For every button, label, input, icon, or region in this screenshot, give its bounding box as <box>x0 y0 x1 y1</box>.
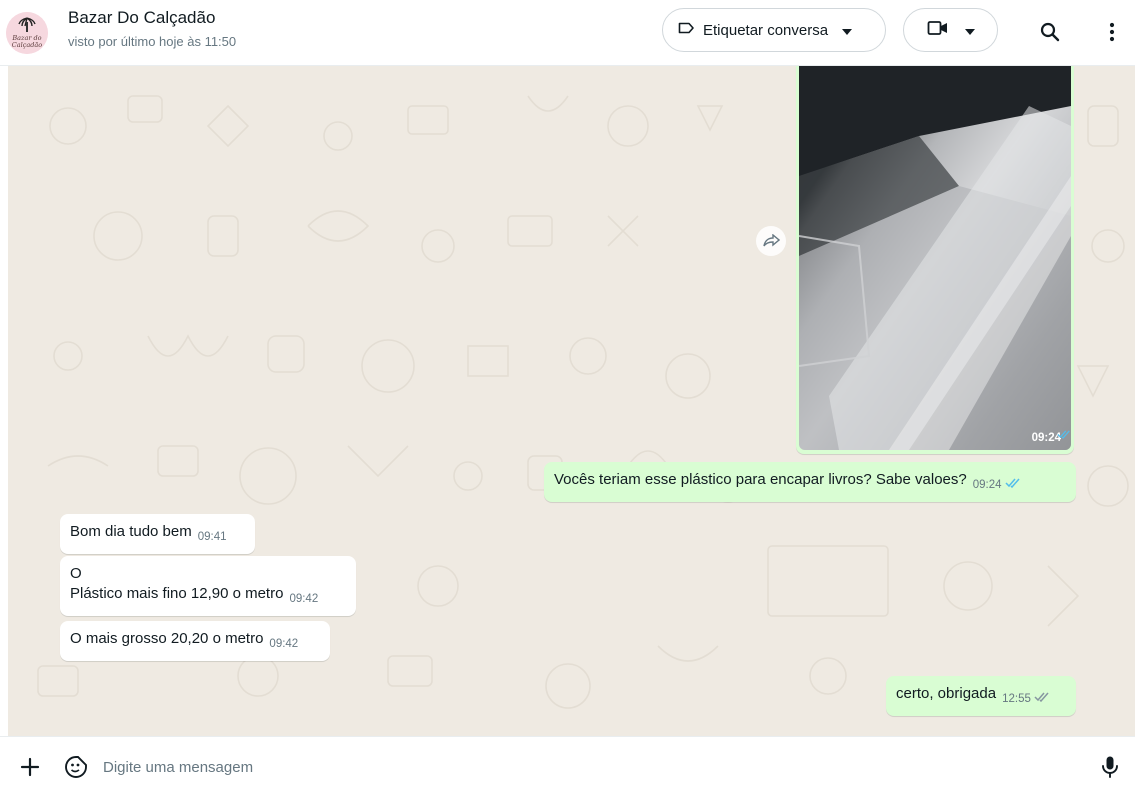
contact-last-seen: visto por último hoje às 11:50 <box>68 34 237 49</box>
chevron-down-icon <box>842 22 853 39</box>
label-chat-button[interactable]: Etiquetar conversa <box>662 8 886 52</box>
outgoing-message[interactable]: Vocês teriam esse plástico para encapar … <box>544 462 1076 502</box>
message-time: 12:55 <box>1002 693 1031 705</box>
read-receipt-icon <box>1034 688 1050 708</box>
more-options-icon[interactable] <box>1098 18 1126 46</box>
message-time: 09:41 <box>197 531 227 543</box>
incoming-message[interactable]: O Plástico mais fino 12,90 o metro 09:42 <box>60 556 356 616</box>
message-text: certo, obrigada <box>896 685 997 702</box>
contact-avatar[interactable]: Bazar do Calçadão <box>6 12 48 54</box>
plus-icon[interactable] <box>16 753 44 781</box>
chat-messages-area[interactable]: 09:24 Vocês teriam esse plástico para en… <box>8 66 1135 736</box>
read-receipt-icon <box>1004 474 1021 494</box>
message-text: Bom dia tudo bem <box>70 523 192 540</box>
label-chat-text: Etiquetar conversa <box>703 21 829 39</box>
compose-bar <box>0 736 1135 796</box>
message-time: 09:42 <box>269 638 299 650</box>
chevron-down-icon <box>964 22 975 39</box>
incoming-message[interactable]: Bom dia tudo bem 09:41 <box>60 514 255 554</box>
microphone-icon[interactable] <box>1096 753 1124 781</box>
sticker-icon[interactable] <box>62 753 90 781</box>
incoming-message[interactable]: O mais grosso 20,20 o metro 09:42 <box>60 621 330 661</box>
video-camera-icon <box>927 20 949 40</box>
chat-header: Bazar do Calçadão Bazar Do Calçadão vist… <box>0 0 1135 66</box>
search-icon[interactable] <box>1036 18 1064 46</box>
svg-text:Calçadão: Calçadão <box>12 41 42 49</box>
outgoing-message[interactable]: certo, obrigada 12:55 <box>886 676 1076 716</box>
read-receipt-icon <box>1057 426 1071 444</box>
message-text: O mais grosso 20,20 o metro <box>70 630 264 647</box>
shared-photo-plastic-roll[interactable]: 09:24 <box>799 66 1071 450</box>
video-call-button[interactable] <box>903 8 998 52</box>
forward-icon[interactable] <box>756 226 786 256</box>
message-text-line: Plástico mais fino 12,90 o metro <box>70 585 284 602</box>
message-input[interactable] <box>103 755 1063 779</box>
image-message[interactable]: 09:24 <box>796 66 1074 454</box>
message-time: 09:24 <box>972 479 1002 491</box>
label-tag-icon <box>677 19 695 41</box>
message-time: 09:42 <box>289 593 319 605</box>
message-text-line: O <box>70 565 82 582</box>
contact-name[interactable]: Bazar Do Calçadão <box>68 8 215 28</box>
message-text: Vocês teriam esse plástico para encapar … <box>554 471 967 488</box>
